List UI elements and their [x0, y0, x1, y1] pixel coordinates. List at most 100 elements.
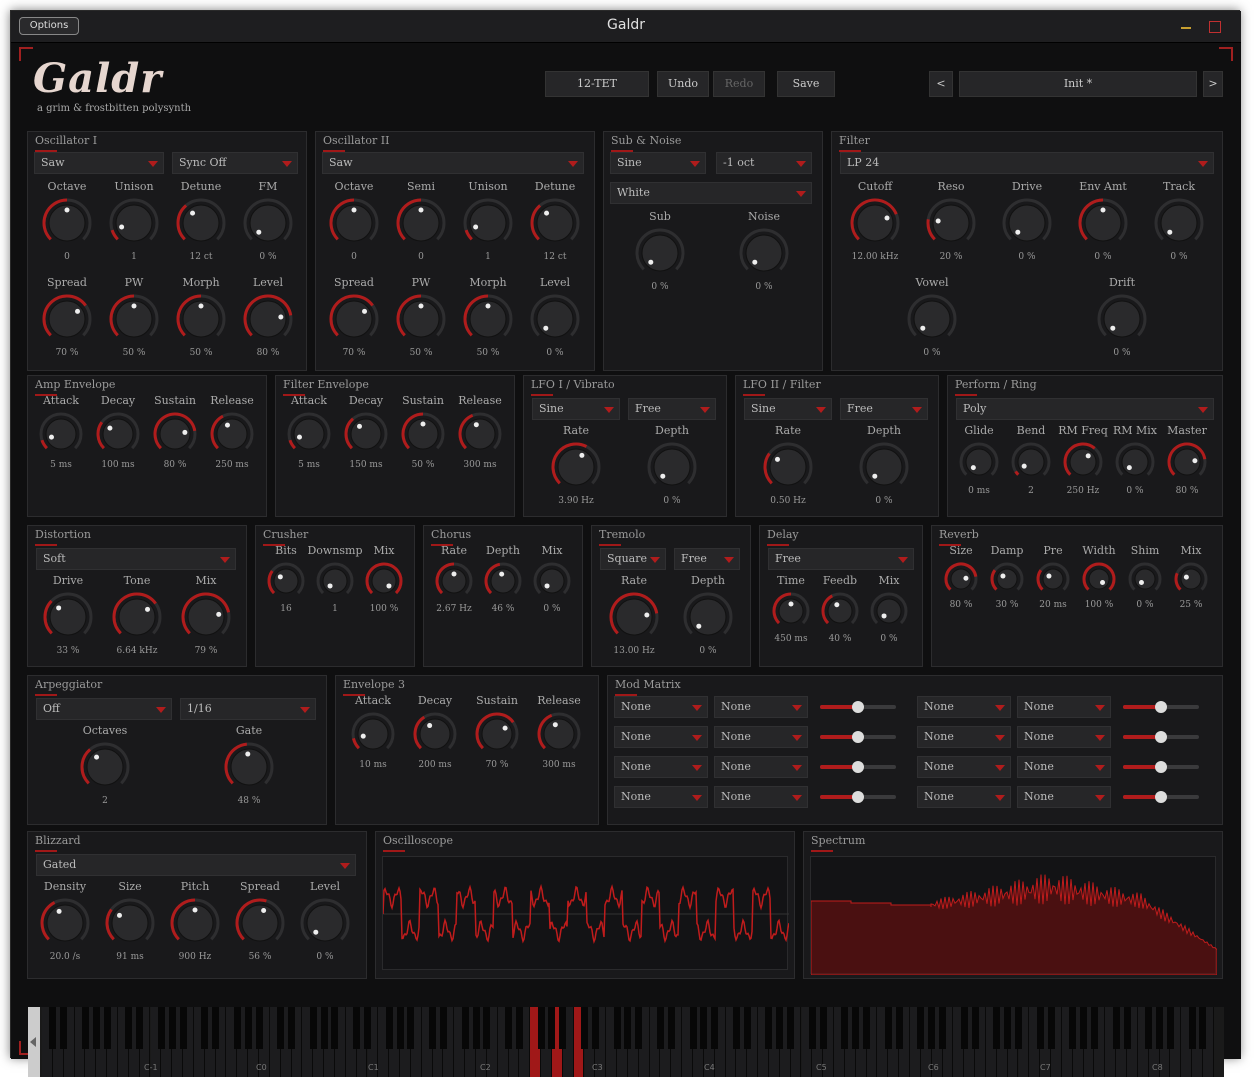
black-key[interactable]: [1090, 1007, 1098, 1049]
black-key[interactable]: [591, 1007, 599, 1049]
lfo2-wave-dropdown[interactable]: Sine: [744, 398, 832, 420]
tremolo-wave-dropdown[interactable]: Square: [600, 548, 666, 570]
slider-thumb[interactable]: [1155, 761, 1167, 773]
crusher-mix-knob[interactable]: [365, 562, 403, 600]
lfo2-depth-knob[interactable]: [859, 442, 909, 492]
reverb-pre-knob[interactable]: [1036, 562, 1070, 596]
lfo1-depth-knob[interactable]: [647, 442, 697, 492]
black-key[interactable]: [212, 1007, 220, 1049]
osc1-detune-knob[interactable]: [176, 198, 226, 248]
black-key[interactable]: [841, 1007, 849, 1049]
lfo1-mode-dropdown[interactable]: Free: [628, 398, 716, 420]
black-key[interactable]: [81, 1007, 89, 1049]
distortion-mode-dropdown[interactable]: Soft: [36, 548, 236, 570]
mod-amount-slider[interactable]: [1123, 787, 1203, 807]
env3-sustain-knob[interactable]: [475, 712, 519, 756]
chorus-depth-knob[interactable]: [484, 562, 522, 600]
black-key[interactable]: [103, 1007, 111, 1049]
noise-type-dropdown[interactable]: White: [610, 182, 812, 204]
black-key[interactable]: [255, 1007, 263, 1049]
mod-amount-slider[interactable]: [820, 787, 900, 807]
filter-drift-knob[interactable]: [1097, 294, 1147, 344]
black-key[interactable]: [244, 1007, 252, 1049]
chorus-mix-knob[interactable]: [533, 562, 571, 600]
preset-name[interactable]: Init *: [959, 71, 1197, 97]
black-key[interactable]: [613, 1007, 621, 1049]
black-key[interactable]: [515, 1007, 523, 1049]
mod-source-dropdown[interactable]: None: [917, 696, 1011, 718]
mod-amount-slider[interactable]: [820, 757, 900, 777]
reverb-shim-knob[interactable]: [1128, 562, 1162, 596]
slider-thumb[interactable]: [852, 761, 864, 773]
black-key[interactable]: [505, 1007, 513, 1049]
black-key[interactable]: [656, 1007, 664, 1049]
redo-button[interactable]: Redo: [713, 71, 765, 97]
mod-source-dropdown[interactable]: None: [614, 726, 708, 748]
black-key[interactable]: [1123, 1007, 1131, 1049]
black-key[interactable]: [364, 1007, 371, 1049]
reverb-width-knob[interactable]: [1082, 562, 1116, 596]
blizzard-pitch-knob[interactable]: [170, 898, 220, 948]
black-key[interactable]: [49, 1007, 57, 1049]
mod-dest-dropdown[interactable]: None: [714, 756, 808, 778]
voice-mode-dropdown[interactable]: Poly: [956, 398, 1214, 420]
black-key[interactable]: [689, 1007, 697, 1049]
ampenv-decay-knob[interactable]: [96, 412, 140, 456]
perform-rm-freq-knob[interactable]: [1063, 442, 1103, 482]
arp-gate-knob[interactable]: [224, 742, 274, 792]
osc1-pw-knob[interactable]: [109, 294, 159, 344]
reverb-damp-knob[interactable]: [990, 562, 1024, 596]
env3-release-knob[interactable]: [537, 712, 581, 756]
black-key[interactable]: [353, 1007, 361, 1049]
black-key[interactable]: [92, 1007, 100, 1049]
osc2-wave-dropdown[interactable]: Saw: [322, 152, 584, 174]
delay-mix-knob[interactable]: [870, 592, 908, 630]
crusher-bits-knob[interactable]: [267, 562, 305, 600]
tremolo-rate-knob[interactable]: [609, 592, 659, 642]
black-key[interactable]: [125, 1007, 133, 1049]
black-key[interactable]: [852, 1007, 860, 1049]
filter-drive-knob[interactable]: [1002, 198, 1052, 248]
blizzard-size-knob[interactable]: [105, 898, 155, 948]
blizzard-level-knob[interactable]: [300, 898, 350, 948]
black-key[interactable]: [461, 1007, 469, 1049]
lfo2-mode-dropdown[interactable]: Free: [840, 398, 928, 420]
arp-mode-dropdown[interactable]: Off: [36, 698, 172, 720]
mod-source-dropdown[interactable]: None: [614, 786, 708, 808]
filtenv-attack-knob[interactable]: [287, 412, 331, 456]
black-key[interactable]: [1080, 1007, 1088, 1049]
maximize-icon[interactable]: [1209, 21, 1221, 33]
mod-dest-dropdown[interactable]: None: [1017, 696, 1111, 718]
black-key[interactable]: [917, 1007, 925, 1049]
osc1-octave-knob[interactable]: [42, 198, 92, 248]
sub-wave-dropdown[interactable]: Sine: [610, 152, 706, 174]
sub-octave-dropdown[interactable]: -1 oct: [716, 152, 812, 174]
tremolo-mode-dropdown[interactable]: Free: [674, 548, 740, 570]
black-key[interactable]: [277, 1007, 285, 1049]
black-key[interactable]: [483, 1007, 491, 1049]
minimize-icon[interactable]: [1181, 27, 1191, 29]
black-key[interactable]: [1199, 1007, 1207, 1049]
osc1-level-knob[interactable]: [243, 294, 293, 344]
black-key[interactable]: [624, 1007, 632, 1049]
black-key[interactable]: [168, 1007, 176, 1049]
osc1-fm-knob[interactable]: [243, 198, 293, 248]
black-key[interactable]: [548, 1007, 556, 1049]
ampenv-release-knob[interactable]: [210, 412, 254, 456]
mod-source-dropdown[interactable]: None: [614, 696, 708, 718]
mod-amount-slider[interactable]: [1123, 757, 1203, 777]
delay-time-knob[interactable]: [772, 592, 810, 630]
arp-octaves-knob[interactable]: [80, 742, 130, 792]
black-key[interactable]: [385, 1007, 393, 1049]
lfo1-wave-dropdown[interactable]: Sine: [532, 398, 620, 420]
black-key[interactable]: [884, 1007, 892, 1049]
black-key[interactable]: [993, 1007, 1001, 1049]
black-key[interactable]: [765, 1007, 773, 1049]
black-key[interactable]: [157, 1007, 165, 1049]
blizzard-mode-dropdown[interactable]: Gated: [36, 854, 356, 876]
mod-dest-dropdown[interactable]: None: [1017, 726, 1111, 748]
slider-thumb[interactable]: [1155, 701, 1167, 713]
black-key[interactable]: [787, 1007, 795, 1049]
subnoise-sub-knob[interactable]: [635, 228, 685, 278]
lfo1-rate-knob[interactable]: [551, 442, 601, 492]
